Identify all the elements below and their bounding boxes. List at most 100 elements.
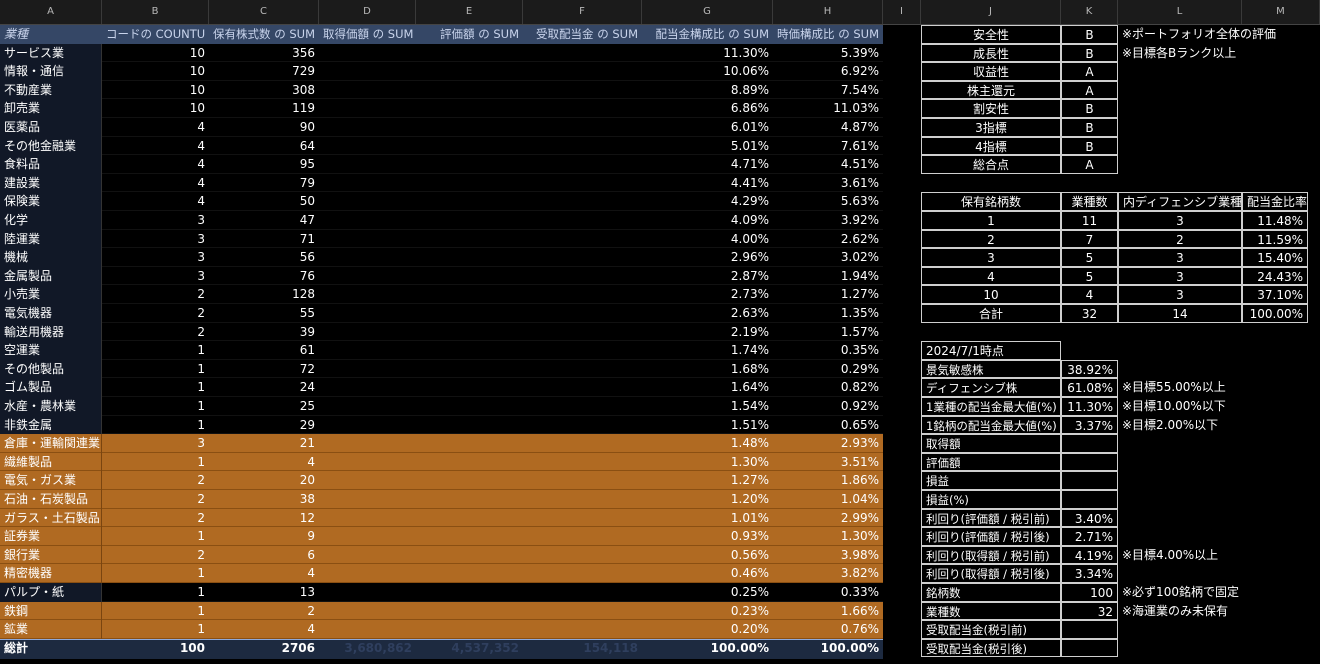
holdings-count[interactable]: 2	[921, 229, 1061, 249]
shares-sum[interactable]: 128	[209, 285, 319, 304]
market-ratio[interactable]: 1.66%	[773, 602, 883, 621]
industry-name[interactable]: パルプ・紙	[0, 583, 102, 602]
code-count[interactable]: 1	[102, 360, 209, 379]
defensive-count[interactable]: 3	[1118, 285, 1242, 304]
dividend-ratio[interactable]: 1.01%	[642, 509, 773, 528]
code-count[interactable]: 3	[102, 434, 209, 453]
industry-name[interactable]: 精密機器	[0, 564, 102, 583]
pivot-header-7[interactable]: 時価構成比 の SUM	[773, 25, 883, 44]
holdings-header-1[interactable]: 業種数	[1061, 192, 1118, 211]
pivot-header-2[interactable]: 保有株式数 の SUM	[209, 25, 319, 44]
market-ratio[interactable]: 4.51%	[773, 155, 883, 174]
industry-name[interactable]: 機械	[0, 248, 102, 267]
summary-label[interactable]: 1銘柄の配当金最大値(%)	[921, 415, 1061, 435]
total-label[interactable]: 総計	[0, 639, 102, 658]
industry-name[interactable]: 非鉄金属	[0, 415, 102, 435]
shares-sum[interactable]: 39	[209, 323, 319, 342]
holdings-header-3[interactable]: 配当金比率	[1242, 192, 1308, 211]
market-ratio[interactable]: 2.62%	[773, 230, 883, 249]
code-count[interactable]: 3	[102, 248, 209, 267]
summary-label[interactable]: 受取配当金(税引後)	[921, 638, 1061, 658]
shares-sum[interactable]: 64	[209, 137, 319, 156]
column-header-l[interactable]: L	[1118, 0, 1242, 24]
summary-label[interactable]: 損益	[921, 471, 1061, 490]
dividend-ratio[interactable]: 4.29%	[642, 192, 773, 211]
market-ratio[interactable]: 1.04%	[773, 490, 883, 509]
code-count[interactable]: 2	[102, 490, 209, 509]
market-ratio[interactable]: 1.35%	[773, 304, 883, 323]
industry-name[interactable]: 情報・通信	[0, 62, 102, 81]
code-count[interactable]: 1	[102, 453, 209, 472]
industry-name[interactable]: その他製品	[0, 359, 102, 379]
shares-sum[interactable]: 47	[209, 211, 319, 230]
shares-sum[interactable]: 90	[209, 118, 319, 137]
code-count[interactable]: 10	[102, 44, 209, 63]
industry-name[interactable]: 小売業	[0, 285, 102, 304]
column-header-e[interactable]: E	[416, 0, 523, 24]
code-count[interactable]: 2	[102, 546, 209, 565]
industry-name[interactable]: 医薬品	[0, 118, 102, 137]
summary-value[interactable]: 38.92%	[1061, 359, 1118, 379]
market-ratio[interactable]: 3.82%	[773, 564, 883, 583]
summary-value[interactable]: 3.34%	[1061, 564, 1118, 583]
holdings-count[interactable]: 合計	[921, 304, 1061, 323]
dividend-ratio[interactable]: 0.23%	[642, 602, 773, 621]
dividend-ratio[interactable]: 2.63%	[642, 304, 773, 323]
shares-sum[interactable]: 9	[209, 527, 319, 546]
shares-sum[interactable]: 38	[209, 490, 319, 509]
pivot-header-5[interactable]: 受取配当金 の SUM	[523, 25, 642, 44]
dividend-ratio[interactable]: 11.30%	[642, 44, 773, 63]
market-ratio[interactable]: 3.98%	[773, 546, 883, 565]
dividend-ratio[interactable]: 1.48%	[642, 434, 773, 453]
defensive-count[interactable]: 3	[1118, 266, 1242, 286]
summary-label[interactable]: 利回り(取得額 / 税引後)	[921, 564, 1061, 583]
holdings-count[interactable]: 1	[921, 211, 1061, 230]
dividend-ratio[interactable]: 2.19%	[642, 323, 773, 342]
industry-name[interactable]: 倉庫・運輸関連業	[0, 434, 102, 453]
shares-sum[interactable]: 21	[209, 434, 319, 453]
column-header-c[interactable]: C	[209, 0, 319, 24]
rating-grade[interactable]: B	[1061, 25, 1118, 44]
market-ratio[interactable]: 5.63%	[773, 192, 883, 211]
total-cost[interactable]: 3,680,862	[319, 639, 416, 658]
holdings-header-2[interactable]: 内ディフェンシブ業種	[1118, 192, 1242, 211]
industry-count[interactable]: 32	[1061, 304, 1118, 323]
market-ratio[interactable]: 7.61%	[773, 137, 883, 156]
market-ratio[interactable]: 5.39%	[773, 44, 883, 63]
dividend-ratio[interactable]: 1.54%	[642, 397, 773, 416]
shares-sum[interactable]: 71	[209, 230, 319, 249]
summary-label[interactable]: 損益(%)	[921, 490, 1061, 509]
summary-value[interactable]: 32	[1061, 601, 1118, 621]
industry-name[interactable]: ゴム製品	[0, 378, 102, 397]
holdings-count[interactable]: 10	[921, 285, 1061, 304]
code-count[interactable]: 1	[102, 416, 209, 435]
dividend-ratio[interactable]: 2.87%	[642, 267, 773, 286]
shares-sum[interactable]: 79	[209, 174, 319, 193]
industry-name[interactable]: 石油・石炭製品	[0, 490, 102, 509]
total-dividend[interactable]: 154,118	[523, 639, 642, 658]
rating-grade[interactable]: B	[1061, 118, 1118, 137]
market-ratio[interactable]: 1.30%	[773, 527, 883, 546]
shares-sum[interactable]: 61	[209, 341, 319, 360]
industry-name[interactable]: 食料品	[0, 155, 102, 174]
industry-name[interactable]: 卸売業	[0, 99, 102, 118]
code-count[interactable]: 1	[102, 564, 209, 583]
rating-label[interactable]: 安全性	[921, 25, 1061, 44]
market-ratio[interactable]: 1.86%	[773, 471, 883, 490]
shares-sum[interactable]: 13	[209, 583, 319, 602]
market-ratio[interactable]: 0.35%	[773, 341, 883, 360]
market-ratio[interactable]: 6.92%	[773, 62, 883, 81]
pivot-header-1[interactable]: コードの COUNTU	[102, 25, 209, 44]
column-header-h[interactable]: H	[773, 0, 883, 24]
rating-label[interactable]: 株主還元	[921, 80, 1061, 100]
market-ratio[interactable]: 3.92%	[773, 211, 883, 230]
code-count[interactable]: 4	[102, 137, 209, 156]
code-count[interactable]: 1	[102, 620, 209, 639]
total-count[interactable]: 100	[102, 639, 209, 658]
industry-name[interactable]: 建設業	[0, 173, 102, 193]
column-header-d[interactable]: D	[319, 0, 416, 24]
industry-name[interactable]: ガラス・土石製品	[0, 508, 102, 528]
shares-sum[interactable]: 95	[209, 155, 319, 174]
dividend-share[interactable]: 100.00%	[1242, 304, 1308, 323]
market-ratio[interactable]: 0.92%	[773, 397, 883, 416]
